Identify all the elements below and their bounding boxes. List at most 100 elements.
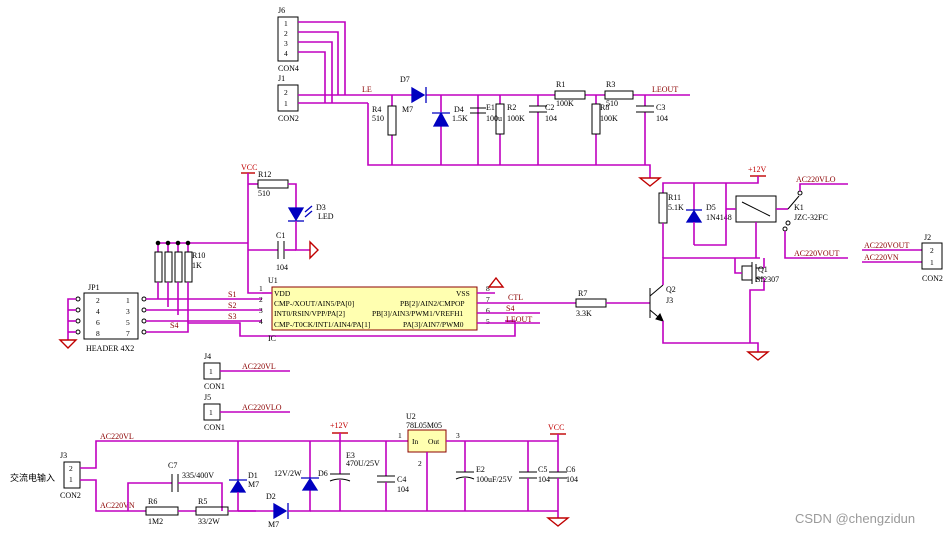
r12-value: 510: [258, 189, 270, 198]
jp1-pin-6: 6: [96, 318, 100, 327]
schematic-canvas: J6 CON4 1 2 3 4 J1 CON2 2 1 LE LEOUT D7 …: [0, 0, 950, 535]
c5-value: 104: [538, 475, 550, 484]
u1-pin6-name: PB[3]/AIN3/PWM1/VREFH1: [372, 309, 464, 318]
r5-value: 33/2W: [198, 517, 220, 526]
r4-value: 510: [372, 114, 384, 123]
u2-ref: U2: [406, 412, 416, 421]
j4-connector: J4 CON1 1 AC220VL: [203, 352, 290, 391]
j1-type: CON2: [278, 114, 299, 123]
r5-ref: R5: [198, 497, 207, 506]
u2-pin2-num: 2: [418, 459, 422, 468]
j3-pin-1: 1: [69, 475, 73, 484]
d2-ref: D2: [266, 492, 276, 501]
jp1-pin-1: 1: [126, 296, 130, 305]
u2-pin1-num: 1: [398, 431, 402, 440]
u1-pin8-name: VSS: [456, 289, 470, 298]
r8-value: 100K: [600, 114, 618, 123]
net-ac220vlo-relay: AC220VLO: [796, 175, 836, 184]
r7-ref: R7: [578, 289, 587, 298]
d7-value: M7: [402, 105, 413, 114]
c3-ref: C3: [656, 103, 665, 112]
j1-ref: J1: [278, 74, 285, 83]
net-ac220vl-j4: AC220VL: [242, 362, 276, 371]
k1-ref: K1: [794, 203, 804, 212]
q2-value: J3: [666, 296, 673, 305]
jp1-pin-7: 7: [126, 329, 130, 338]
r6-ref: R6: [148, 497, 157, 506]
d5-ref: D5: [706, 203, 716, 212]
j4-ref: J4: [204, 352, 211, 361]
u1-ref: U1: [268, 276, 278, 285]
net-s4-left: S4: [170, 321, 178, 330]
r2-ref: R2: [507, 103, 516, 112]
net-le: LE: [362, 85, 372, 94]
power-supply: 交流电输入 J3 CON2 2 1 AC220VL AC220VN C7 335…: [10, 412, 578, 529]
r11-ref: R11: [668, 193, 681, 202]
e1-value: 100u: [486, 114, 502, 123]
j6-connector: J6 CON4 1 2 3 4: [277, 6, 299, 73]
c4-value: 104: [397, 485, 409, 494]
j1-pin-1: 1: [284, 99, 288, 108]
u2-pin-in: In: [412, 437, 418, 446]
net-s3: S3: [228, 312, 236, 321]
e2-value: 100uF/25V: [476, 475, 513, 484]
top-symbols: D7 M7 R4 510 D4 1.5K E1 100u R2 100K C2 …: [372, 75, 668, 187]
u1-pin4-name: CMP-/T0CK/INT1/AIN4/PA[1]: [274, 320, 370, 329]
net-ac220vl-bottom: AC220VL: [100, 432, 134, 441]
r2-value: 100K: [507, 114, 525, 123]
net-ac220vlo-j5: AC220VLO: [242, 403, 282, 412]
c2-ref: C2: [545, 103, 554, 112]
j2-connector: AC220VOUT AC220VN J2 CON2 2 1: [862, 233, 943, 283]
d5-value: 1N4148: [706, 213, 732, 222]
r8-ref: R8: [600, 103, 609, 112]
net-leout-top: LEOUT: [652, 85, 678, 94]
r11-value: 5.1K: [668, 203, 684, 212]
j5-type: CON1: [204, 423, 225, 432]
ac-input-label: 交流电输入: [10, 472, 55, 483]
u2-value: 78L05M05: [406, 421, 442, 430]
d6-value: 12V/2W: [274, 469, 302, 478]
jp1-type: HEADER 4X2: [86, 344, 134, 353]
d2-value: M7: [268, 520, 279, 529]
top-wires: [298, 21, 690, 178]
net-ac220vn-j2: AC220VN: [864, 253, 899, 262]
plus12v-bottom: +12V: [330, 421, 349, 430]
r7-value: 3.3K: [576, 309, 592, 318]
j3-ref: J3: [60, 451, 67, 460]
r1-value: 100K: [556, 99, 574, 108]
c4-ref: C4: [397, 475, 406, 484]
r6-value: 1M2: [148, 517, 163, 526]
net-ac220vn-bottom: AC220VN: [100, 501, 135, 510]
jp1-ref: JP1: [88, 283, 100, 292]
net-ctl: CTL: [508, 293, 523, 302]
k1-value: JZC-32FC: [794, 213, 828, 222]
r3-ref: R3: [606, 80, 615, 89]
j5-connector: J5 CON1 1 AC220VLO: [203, 393, 290, 432]
jp1-pin-8: 8: [96, 329, 100, 338]
vcc-label-mid: VCC: [241, 163, 257, 172]
plus12v-relay: +12V: [748, 165, 767, 174]
c1-value: 104: [276, 263, 288, 272]
watermark: CSDN @chengzidun: [795, 511, 915, 526]
ic-u1: U1 IC 1 VDD 2 CMP-/XOUT/AIN5/PA[0] 3 INT…: [259, 276, 576, 343]
net-ac220vout-j2: AC220VOUT: [864, 241, 909, 250]
d4-ref: D4: [454, 105, 464, 114]
r10-value: 1K: [192, 261, 202, 270]
r4-ref: R4: [372, 105, 381, 114]
c7-value: 335/400V: [182, 471, 214, 480]
j6-pin-4: 4: [284, 49, 288, 58]
j5-ref: J5: [204, 393, 211, 402]
j6-pin-3: 3: [284, 39, 288, 48]
vcc-label-bottom: VCC: [548, 423, 564, 432]
u1-pin1-num: 1: [259, 284, 263, 293]
jp1-pin-3: 3: [126, 307, 130, 316]
j4-pin: 1: [209, 367, 213, 376]
r1-ref: R1: [556, 80, 565, 89]
q1-value: SI2307: [756, 275, 779, 284]
u1-pin1-name: VDD: [274, 289, 291, 298]
d3-ref: D3: [316, 203, 326, 212]
schematic: J6 CON4 1 2 3 4 J1 CON2 2 1 LE LEOUT D7 …: [10, 6, 943, 529]
net-leout-mid: LEOUT: [506, 315, 532, 324]
q2-ref: Q2: [666, 285, 676, 294]
u1-pin7-name: PB[2]/AIN2/CMPOP: [400, 299, 465, 308]
